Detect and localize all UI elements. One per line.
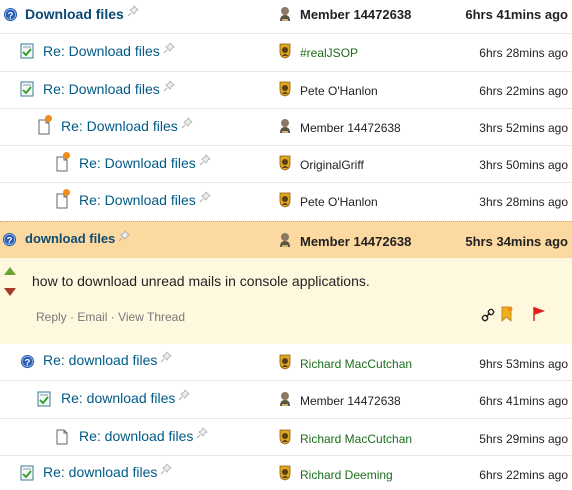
answer-icon [20,81,34,97]
message-actions: Reply · Email · View Thread [36,310,185,324]
author-name[interactable]: Pete O'Hanlon [300,194,378,210]
thread-row[interactable]: Re: download files Richard Deeming 6hrs … [0,456,572,490]
action-separator: · [110,310,115,324]
author-name[interactable]: Richard Deeming [300,467,393,483]
email-link[interactable]: Email [77,310,107,324]
message-body: how to download unread mails in console … [0,258,572,344]
pin-icon[interactable] [118,230,130,242]
member-avatar-icon [277,118,293,134]
mvp-badge-icon [277,43,293,59]
pin-icon[interactable] [199,191,211,203]
author-name[interactable]: Richard MacCutchan [300,356,412,372]
pin-icon[interactable] [181,117,193,129]
message-title[interactable]: Re: Download files [79,154,211,172]
author-name[interactable]: OriginalGriff [300,157,364,173]
link-icon[interactable] [481,308,495,322]
message-title[interactable]: Re: Download files [79,191,211,209]
pin-icon[interactable] [127,5,139,17]
member-avatar-icon [277,6,293,22]
message-title[interactable]: download files [25,230,130,248]
bookmark-icon[interactable] [500,306,514,322]
pin-icon[interactable] [163,42,175,54]
vote-down-icon[interactable] [3,287,17,297]
pin-icon[interactable] [199,154,211,166]
new-message-dot [63,189,70,196]
timestamp: 6hrs 22mins ago [479,84,568,98]
thread-row[interactable]: Re: Download files Pete O'Hanlon 6hrs 22… [0,72,572,109]
pin-icon[interactable] [178,389,190,401]
new-message-dot [63,152,70,159]
view-thread-link[interactable]: View Thread [118,310,185,324]
message-title[interactable]: Re: download files [79,427,208,445]
answer-icon [37,391,51,407]
thread-row[interactable]: Re: Download files Pete O'Hanlon 3hrs 28… [0,183,572,221]
thread-row[interactable]: Re: download files Richard MacCutchan 9h… [0,344,572,381]
author-name[interactable]: Pete O'Hanlon [300,83,378,99]
message-title[interactable]: Re: Download files [43,42,175,60]
flag-icon[interactable] [532,306,546,322]
message-title[interactable]: Download files [25,5,139,23]
timestamp: 6hrs 41mins ago [465,7,568,22]
pin-icon[interactable] [160,463,172,475]
author-name[interactable]: Member 14472638 [300,393,401,409]
question-icon [3,7,18,22]
timestamp: 3hrs 50mins ago [479,158,568,172]
timestamp: 6hrs 41mins ago [479,394,568,408]
thread-row[interactable]: Re: download files Member 14472638 6hrs … [0,381,572,419]
author-name[interactable]: Richard MacCutchan [300,431,412,447]
mvp-badge-icon [277,155,293,171]
timestamp: 6hrs 28mins ago [479,46,568,60]
member-avatar-icon [277,391,293,407]
mvp-badge-icon [277,465,293,481]
thread-row[interactable]: Download files Member 14472638 6hrs 41mi… [0,0,572,34]
author-name[interactable]: Member 14472638 [300,234,411,250]
message-title[interactable]: Re: download files [43,463,172,481]
timestamp: 6hrs 22mins ago [479,468,568,482]
thread-row[interactable]: Re: Download files Member 14472638 3hrs … [0,109,572,146]
mvp-badge-icon [277,192,293,208]
selected-thread-row[interactable]: download files Member 14472638 5hrs 34mi… [0,221,572,258]
comment-icon [55,429,69,445]
question-icon [2,232,17,247]
message-title[interactable]: Re: download files [43,351,172,369]
mvp-badge-icon [277,81,293,97]
mvp-badge-icon [277,354,293,370]
question-icon [20,354,35,369]
author-name[interactable]: Member 14472638 [300,7,411,23]
message-title[interactable]: Re: Download files [43,80,175,98]
timestamp: 5hrs 29mins ago [479,432,568,446]
answer-icon [20,465,34,481]
new-message-dot [45,115,52,122]
timestamp: 9hrs 53mins ago [479,357,568,371]
timestamp: 5hrs 34mins ago [465,234,568,249]
pin-icon[interactable] [163,80,175,92]
member-avatar-icon [277,232,293,248]
pin-icon[interactable] [196,427,208,439]
pin-icon[interactable] [160,351,172,363]
message-title[interactable]: Re: download files [61,389,190,407]
thread-row[interactable]: Re: Download files OriginalGriff 3hrs 50… [0,146,572,183]
author-name[interactable]: Member 14472638 [300,120,401,136]
timestamp: 3hrs 52mins ago [479,121,568,135]
thread-row[interactable]: Re: Download files #realJSOP 6hrs 28mins… [0,34,572,72]
thread-row[interactable]: Re: download files Richard MacCutchan 5h… [0,419,572,456]
message-title[interactable]: Re: Download files [61,117,193,135]
author-name[interactable]: #realJSOP [300,45,358,61]
mvp-badge-icon [277,429,293,445]
answer-icon [20,43,34,59]
vote-up-icon[interactable] [3,266,17,276]
action-separator: · [70,310,75,324]
timestamp: 3hrs 28mins ago [479,195,568,209]
message-text: how to download unread mails in console … [32,273,370,289]
reply-link[interactable]: Reply [36,310,67,324]
